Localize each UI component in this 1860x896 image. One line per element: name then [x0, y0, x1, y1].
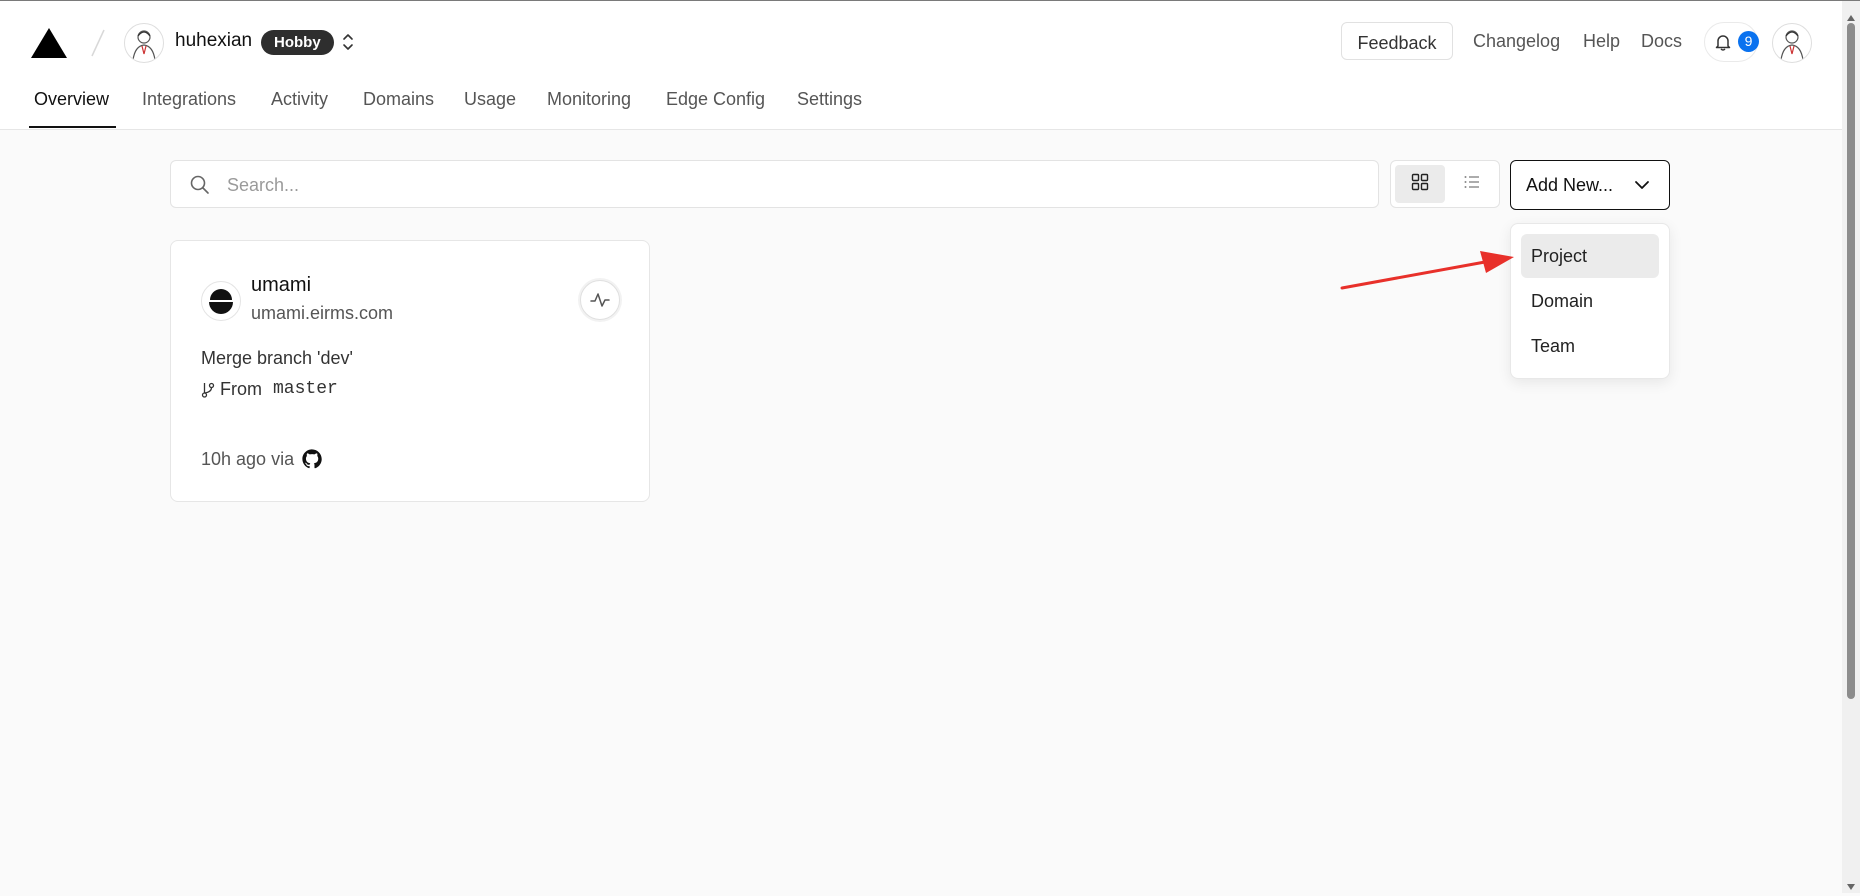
- project-domain-link[interactable]: umami.eirms.com: [251, 303, 393, 324]
- scrollbar-thumb[interactable]: [1847, 23, 1855, 699]
- github-icon[interactable]: [301, 448, 323, 475]
- project-activity-button[interactable]: [580, 280, 620, 320]
- changelog-link[interactable]: Changelog: [1473, 31, 1560, 52]
- tab-monitoring[interactable]: Monitoring: [547, 89, 631, 110]
- branch-name[interactable]: master: [273, 379, 338, 399]
- menu-item-team[interactable]: Team: [1521, 324, 1659, 368]
- menu-item-project[interactable]: Project: [1521, 234, 1659, 278]
- deploy-time-text: 10h ago via: [201, 449, 295, 469]
- deploy-time: 10h ago via: [201, 449, 322, 470]
- search-icon: [189, 174, 211, 201]
- menu-item-domain[interactable]: Domain: [1521, 279, 1659, 323]
- branch-prefix: From: [220, 379, 262, 399]
- list-view-button[interactable]: [1447, 165, 1497, 203]
- search-input[interactable]: [225, 161, 1369, 209]
- team-name[interactable]: huhexian: [175, 30, 252, 52]
- list-view-icon: [1463, 173, 1481, 196]
- chevron-down-icon: [1634, 178, 1650, 197]
- grid-view-icon: [1411, 173, 1429, 196]
- feedback-button[interactable]: Feedback: [1341, 22, 1453, 60]
- team-avatar[interactable]: [124, 23, 164, 63]
- tab-overview[interactable]: Overview: [34, 89, 109, 110]
- tab-domains[interactable]: Domains: [363, 89, 434, 110]
- tab-activity[interactable]: Activity: [271, 89, 328, 110]
- git-branch-icon: [201, 382, 215, 403]
- tab-integrations[interactable]: Integrations: [142, 89, 236, 110]
- project-card[interactable]: umami umami.eirms.com Merge branch 'dev'…: [170, 240, 650, 502]
- notification-count-badge: 9: [1738, 31, 1759, 52]
- project-logo: [201, 281, 241, 321]
- view-toggle: [1390, 160, 1500, 208]
- grid-view-button[interactable]: [1395, 165, 1445, 203]
- notifications-button[interactable]: 9: [1704, 22, 1759, 62]
- tab-edge-config[interactable]: Edge Config: [666, 89, 765, 110]
- add-new-label: Add New...: [1526, 175, 1614, 195]
- help-link[interactable]: Help: [1583, 31, 1620, 52]
- tab-usage[interactable]: Usage: [464, 89, 516, 110]
- commit-message[interactable]: Merge branch 'dev': [201, 348, 353, 369]
- vercel-logo-icon[interactable]: [29, 26, 69, 65]
- active-tab-indicator: [29, 126, 116, 128]
- top-header: huhexian Hobby Feedback Changelog Help D…: [0, 1, 1842, 130]
- tab-settings[interactable]: Settings: [797, 89, 862, 110]
- add-new-button[interactable]: Add New...: [1510, 160, 1670, 210]
- bell-icon: [1713, 32, 1733, 57]
- search-box: [170, 160, 1379, 209]
- user-avatar[interactable]: [1772, 23, 1812, 63]
- docs-link[interactable]: Docs: [1641, 31, 1682, 52]
- plan-badge: Hobby: [261, 30, 334, 55]
- add-new-menu: Project Domain Team: [1510, 223, 1670, 379]
- project-name[interactable]: umami: [251, 274, 311, 297]
- breadcrumb-separator: [88, 27, 108, 64]
- scroll-down-arrow-icon[interactable]: [1846, 878, 1856, 896]
- annotation-arrow: [1340, 249, 1516, 304]
- chevrons-updown-icon[interactable]: [341, 31, 355, 58]
- scrollbar[interactable]: [1842, 1, 1860, 893]
- activity-pulse-icon: [590, 290, 610, 315]
